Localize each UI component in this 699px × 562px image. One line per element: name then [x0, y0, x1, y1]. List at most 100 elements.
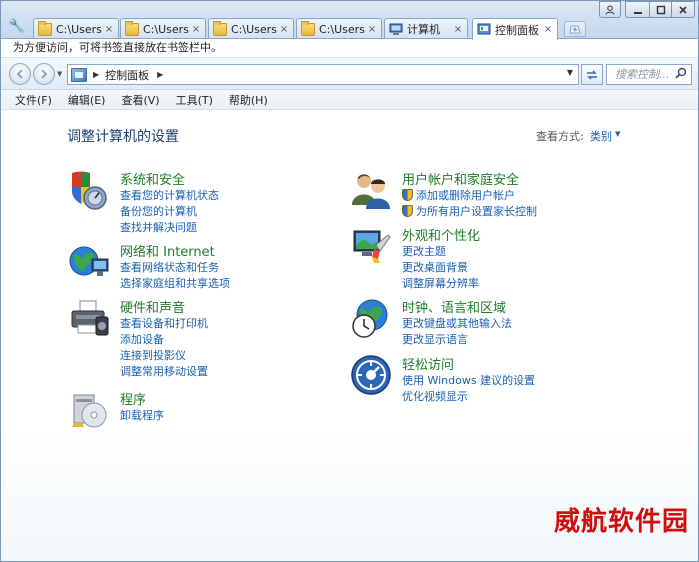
tab-label: C:\Users\ — [143, 22, 189, 36]
ease-of-access-icon — [351, 355, 391, 395]
maximize-button[interactable] — [649, 1, 671, 18]
link-recommended-settings[interactable]: 使用 Windows 建议的设置 — [402, 373, 535, 389]
category-title[interactable]: 系统和安全 — [120, 169, 185, 188]
link-devices-printers[interactable]: 查看设备和打印机 — [120, 316, 208, 332]
search-placeholder: 搜索控制... — [615, 68, 670, 81]
menu-edit[interactable]: 编辑(E) — [60, 92, 114, 108]
refresh-icon — [587, 69, 597, 80]
wrench-icon[interactable]: 🔧 — [7, 16, 27, 36]
link-add-device[interactable]: 添加设备 — [120, 332, 208, 348]
breadcrumb-arrow-icon[interactable]: ▶ — [157, 70, 163, 79]
network-globe-icon — [69, 246, 109, 276]
close-icon[interactable]: × — [279, 24, 289, 35]
close-icon[interactable]: × — [367, 24, 377, 35]
tab-control-panel[interactable]: 控制面板 × — [472, 18, 558, 40]
category-title[interactable]: 网络和 Internet — [120, 241, 215, 260]
folder-icon — [125, 20, 139, 36]
clock-globe-icon — [352, 299, 388, 338]
address-dropdown-icon[interactable]: ▼ — [567, 68, 573, 77]
category-links: 更改主题 更改桌面背景 调整屏幕分辨率 — [402, 244, 479, 292]
printer-icon — [71, 300, 109, 336]
link-change-theme[interactable]: 更改主题 — [402, 244, 479, 260]
folder-icon — [301, 20, 315, 36]
tab-label: 计算机 — [407, 23, 440, 36]
navigation-bar: ▼ ▶ 控制面板 ▶ ▼ 搜索控制... — [1, 58, 698, 90]
chevron-down-icon[interactable]: ▼ — [615, 130, 620, 138]
explorer-window: 🔧 C:\Users\ × C:\Users\ × C:\Users\ × C:… — [0, 0, 699, 562]
close-icon[interactable]: × — [104, 24, 114, 35]
category-title[interactable]: 时钟、语言和区域 — [402, 297, 506, 316]
link-desktop-background[interactable]: 更改桌面背景 — [402, 260, 479, 276]
category-links: 卸载程序 — [120, 408, 164, 424]
refresh-button[interactable] — [581, 64, 603, 85]
link-backup-computer[interactable]: 备份您的计算机 — [120, 204, 219, 220]
link-troubleshoot[interactable]: 查找并解决问题 — [120, 220, 219, 236]
back-arrow-icon — [16, 69, 23, 79]
forward-arrow-icon — [41, 69, 48, 79]
category-links: 使用 Windows 建议的设置 优化视频显示 — [402, 373, 535, 405]
window-controls — [599, 1, 695, 18]
close-icon[interactable]: × — [453, 24, 463, 35]
menu-help[interactable]: 帮助(H) — [221, 92, 276, 108]
close-window-button[interactable] — [671, 1, 695, 18]
close-icon[interactable]: × — [191, 24, 201, 35]
watermark: 威航软件园 — [554, 507, 690, 537]
tab-label: C:\Users\ — [56, 22, 102, 36]
menu-view[interactable]: 查看(V) — [113, 92, 167, 108]
user-button[interactable] — [599, 1, 621, 18]
menu-file[interactable]: 文件(F) — [7, 92, 60, 108]
link-keyboard-input[interactable]: 更改键盘或其他输入法 — [402, 316, 512, 332]
view-mode-label: 查看方式: — [536, 130, 584, 143]
category-title[interactable]: 用户帐户和家庭安全 — [402, 169, 519, 188]
category-title[interactable]: 外观和个性化 — [402, 225, 480, 244]
tab-folder-3[interactable]: C:\Users\ × — [208, 18, 294, 39]
users-icon — [352, 174, 390, 209]
breadcrumb-arrow-icon[interactable]: ▶ — [93, 70, 99, 79]
tab-folder-1[interactable]: C:\Users\ × — [33, 18, 119, 39]
minimize-button[interactable] — [625, 1, 649, 18]
computer-icon — [389, 23, 403, 35]
category-title[interactable]: 程序 — [120, 389, 146, 408]
tab-folder-2[interactable]: C:\Users\ × — [120, 18, 206, 39]
view-mode-select[interactable]: 类别 — [590, 128, 612, 144]
uac-shield-icon — [402, 205, 413, 217]
control-panel-content: 调整计算机的设置 查看方式: 类别 ▼ 系统和安全 查看您的计算机状态 备份您的… — [1, 111, 698, 561]
link-parental-controls[interactable]: 为所有用户设置家长控制 — [402, 204, 537, 220]
category-links: 查看网络状态和任务 选择家庭组和共享选项 — [120, 260, 230, 292]
page-title: 调整计算机的设置 — [67, 129, 179, 145]
search-icon[interactable] — [675, 67, 687, 79]
link-network-status[interactable]: 查看网络状态和任务 — [120, 260, 230, 276]
link-uninstall-program[interactable]: 卸载程序 — [120, 408, 164, 424]
close-icon[interactable]: × — [543, 24, 553, 35]
category-title[interactable]: 轻松访问 — [402, 354, 454, 373]
uac-shield-icon — [402, 189, 413, 201]
menu-tools[interactable]: 工具(T) — [168, 92, 221, 108]
link-display-language[interactable]: 更改显示语言 — [402, 332, 512, 348]
control-panel-icon — [71, 67, 87, 82]
breadcrumb-control-panel[interactable]: 控制面板 — [105, 67, 149, 83]
bookmark-bar-hint: 为方便访问，可将书签直接放在书签栏中。 — [13, 41, 222, 54]
tab-computer[interactable]: 计算机 × — [384, 18, 468, 39]
recent-pages-chevron-icon[interactable]: ▼ — [57, 70, 62, 78]
address-bar[interactable]: ▶ 控制面板 ▶ ▼ — [67, 64, 579, 85]
back-button[interactable] — [9, 63, 31, 85]
maximize-icon — [656, 5, 665, 14]
category-links: 添加或删除用户帐户 为所有用户设置家长控制 — [402, 188, 537, 220]
new-tab-icon — [569, 25, 581, 34]
system-security-icon — [72, 171, 107, 210]
link-mobility-settings[interactable]: 调整常用移动设置 — [120, 364, 208, 380]
link-optimize-display[interactable]: 优化视频显示 — [402, 389, 535, 405]
category-links: 更改键盘或其他输入法 更改显示语言 — [402, 316, 512, 348]
search-input[interactable]: 搜索控制... — [606, 64, 692, 85]
link-add-remove-accounts[interactable]: 添加或删除用户帐户 — [402, 188, 537, 204]
user-icon — [605, 5, 615, 15]
link-connect-projector[interactable]: 连接到投影仪 — [120, 348, 208, 364]
category-title[interactable]: 硬件和声音 — [120, 297, 185, 316]
tab-folder-4[interactable]: C:\Users\ × — [296, 18, 382, 39]
link-view-computer-status[interactable]: 查看您的计算机状态 — [120, 188, 219, 204]
new-tab-button[interactable] — [564, 21, 586, 37]
link-screen-resolution[interactable]: 调整屏幕分辨率 — [402, 276, 479, 292]
link-homegroup-sharing[interactable]: 选择家庭组和共享选项 — [120, 276, 230, 292]
forward-button[interactable] — [33, 63, 55, 85]
control-panel-icon — [477, 23, 491, 35]
